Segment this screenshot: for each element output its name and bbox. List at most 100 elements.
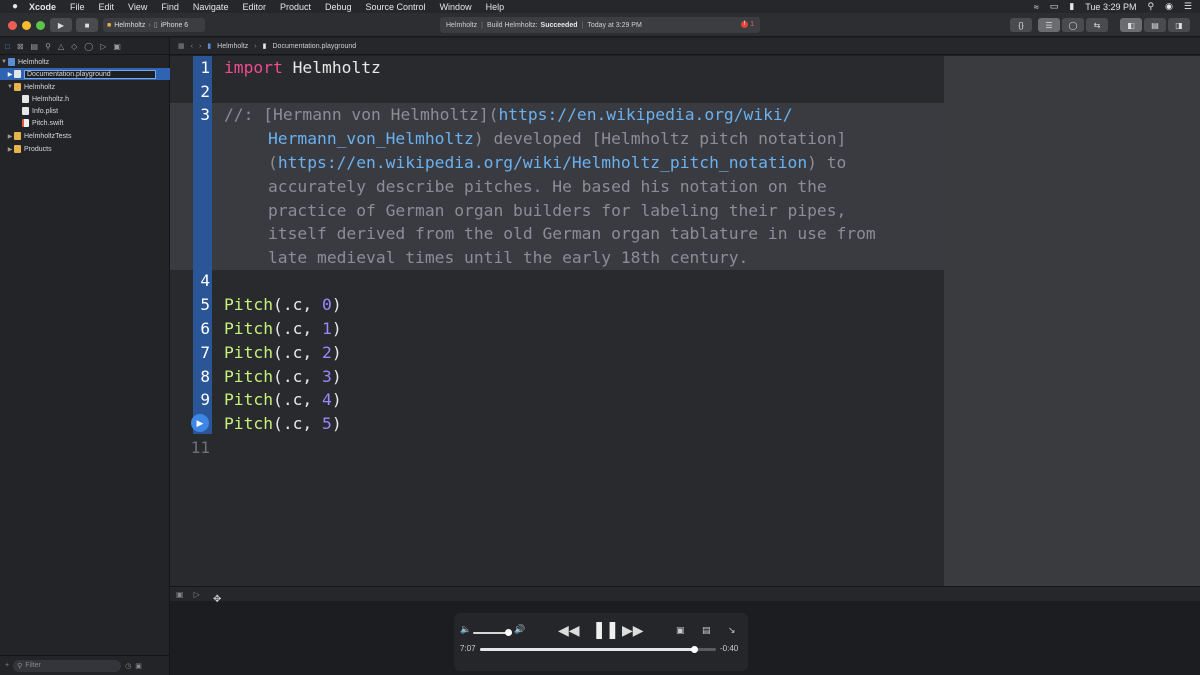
results-sidebar [944,56,1200,586]
menu-source-control[interactable]: Source Control [359,2,433,12]
menu-bar: ● Xcode File Edit View Find Navigate Edi… [0,0,1200,13]
scrubber-knob[interactable] [690,646,698,653]
panel-bottom-icon: ▤ [1151,20,1159,30]
test-icon[interactable]: ◇ [71,42,77,51]
breadcrumb-file[interactable]: Documentation.playground [273,43,357,50]
related-items-icon[interactable]: ▦ [178,42,185,50]
search-icon[interactable]: ⚲ [45,42,51,51]
assistant-editor-button[interactable]: ◯ [1062,18,1084,32]
rename-field[interactable]: Documentation.playground [24,69,156,79]
menu-edit[interactable]: Edit [92,2,122,12]
error-badge[interactable]: ! 1 [741,21,754,28]
disclosure-closed-icon[interactable]: ▶ [6,133,14,140]
function-name: Pitch [224,319,274,338]
tree-item-label: Info.plist [32,107,59,115]
battery-icon[interactable]: ▮ [1069,1,1074,12]
scrubber[interactable] [480,646,716,653]
source-control-icon[interactable]: ⊠ [17,42,24,51]
menu-window[interactable]: Window [433,2,479,12]
back-icon[interactable]: ‹ [191,43,193,50]
debug-icon[interactable]: ◯ [84,42,93,51]
number-literal: 1 [322,319,332,338]
tree-item-folder[interactable]: ▼ Helmholtz [0,81,170,93]
filter-input[interactable]: ⚲ Filter [13,659,122,672]
disclosure-open-icon[interactable]: ▼ [6,84,14,90]
picture-in-picture-icon[interactable]: ▣ [676,625,685,636]
toggle-navigator-button[interactable]: ◧ [1120,18,1142,32]
run-button[interactable]: ▶ [50,18,72,32]
wifi-icon[interactable]: ≈ [1034,2,1039,12]
menu-editor[interactable]: Editor [235,2,273,12]
run-playground-icon[interactable]: ▷ [194,590,200,599]
spotlight-icon[interactable]: ⚲ [1147,1,1154,12]
toggle-utilities-button[interactable]: ◨ [1168,18,1190,32]
number-literal: 4 [322,390,332,409]
activity-status: Succeeded [540,21,578,29]
tree-item-playground[interactable]: ▶ Documentation.playground [0,68,170,80]
run-line-button[interactable]: ▶ [191,414,209,432]
menu-view[interactable]: View [121,2,154,12]
apple-menu-icon[interactable]: ● [8,1,22,12]
rewind-icon[interactable]: ◀◀ [558,622,580,639]
version-editor-button[interactable]: ⇆ [1086,18,1108,32]
stop-button[interactable]: ■ [76,18,98,32]
add-icon[interactable]: + [5,662,9,669]
clock[interactable]: Tue 3:29 PM [1085,2,1136,12]
volume-high-icon[interactable]: 🔊 [514,624,525,635]
zoom-window-button[interactable] [36,21,45,30]
fast-forward-icon[interactable]: ▶▶ [622,622,644,639]
scheme-selector[interactable]: ■ Helmholtz › ▯ iPhone 6 [103,18,205,32]
notification-center-icon[interactable]: ☰ [1184,1,1192,12]
comment-link[interactable]: Hermann_von_Helmholtz [268,129,474,148]
folder-icon[interactable]: □ [5,42,10,51]
menu-debug[interactable]: Debug [318,2,359,12]
tree-item-file[interactable]: Pitch.swift [0,117,170,129]
navigator-tabs: □ ⊠ ▤ ⚲ △ ◇ ◯ ▷ ▣ [0,38,169,55]
tree-item-label: Products [24,145,52,153]
volume-low-icon[interactable]: 🔈 [460,624,471,635]
menu-find[interactable]: Find [154,2,186,12]
hide-debug-area-icon[interactable]: ▣ [176,590,184,599]
menu-navigate[interactable]: Navigate [186,2,236,12]
standard-editor-button[interactable]: ☰ [1038,18,1060,32]
tree-item-folder[interactable]: ▶ HelmholtzTests [0,130,170,142]
symbol-icon[interactable]: ▤ [31,42,39,51]
disclosure-closed-icon[interactable]: ▶ [6,146,14,153]
playground-icon: ▮ [262,43,267,50]
disclosure-closed-icon[interactable]: ▶ [6,71,14,78]
comment-link[interactable]: https://en.wikipedia.org/wiki/ [498,105,792,124]
warning-icon[interactable]: △ [58,42,64,51]
code-line: Pitch(.c, 0) [224,295,342,314]
function-name: Pitch [224,414,274,433]
menu-xcode[interactable]: Xcode [22,2,63,12]
pause-icon[interactable]: ❚❚ [592,620,619,640]
library-button[interactable]: {} [1010,18,1032,32]
breadcrumb-project[interactable]: Helmholtz [217,43,248,50]
menu-product[interactable]: Product [273,2,318,12]
modified-files-icon[interactable]: ▣ [135,662,142,670]
siri-icon[interactable]: ◉ [1165,1,1173,12]
subtitles-icon[interactable]: ▤ [702,625,711,636]
breakpoint-icon[interactable]: ▷ [100,42,106,51]
volume-slider-knob[interactable] [505,629,512,636]
report-icon[interactable]: ▣ [113,42,121,51]
tree-item-file[interactable]: Helmholtz.h [0,93,170,105]
toggle-debug-area-button[interactable]: ▤ [1144,18,1166,32]
line-number: 5 [200,295,210,314]
comment-text: ( [268,153,278,172]
exit-fullscreen-icon[interactable]: ↘ [728,625,736,636]
tree-item-file[interactable]: Info.plist [0,105,170,117]
airplay-icon[interactable]: ▭ [1050,1,1059,12]
disclosure-open-icon[interactable]: ▼ [0,59,8,65]
doc-comment-line: //: [Hermann von Helmholtz](https://en.w… [224,103,793,127]
recent-files-icon[interactable]: ◷ [125,662,131,670]
tree-item-project[interactable]: ▼ Helmholtz [0,56,170,68]
comment-link[interactable]: https://en.wikipedia.org/wiki/Helmholtz_… [278,153,807,172]
menu-file[interactable]: File [63,2,92,12]
menu-help[interactable]: Help [479,2,512,12]
rings-icon: ◯ [1068,20,1078,30]
close-window-button[interactable] [8,21,17,30]
minimize-window-button[interactable] [22,21,31,30]
forward-icon[interactable]: › [199,43,201,50]
tree-item-folder[interactable]: ▶ Products [0,143,170,155]
